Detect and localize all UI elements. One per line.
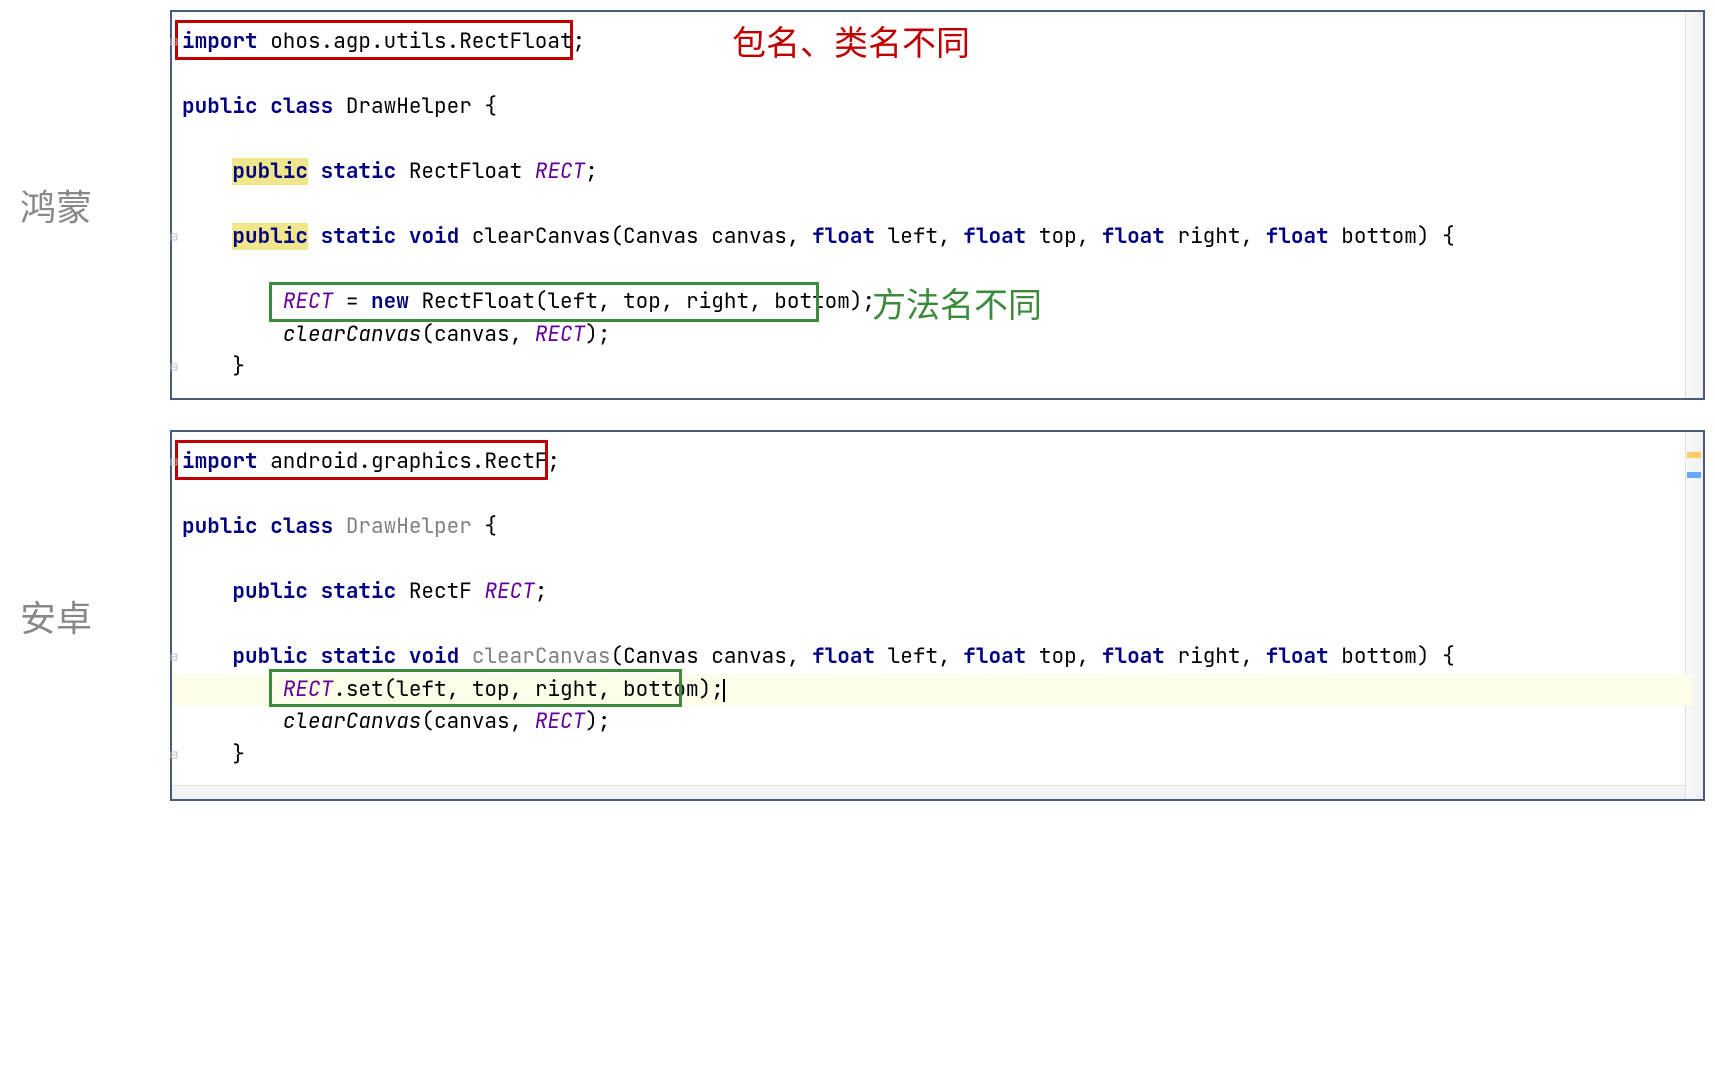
code-line: public static RectF RECT;	[172, 576, 1693, 609]
android-code-box: ⊟import android.graphics.RectF; public c…	[170, 430, 1705, 801]
android-label: 安卓	[10, 590, 150, 642]
code-line: public class DrawHelper {	[172, 91, 1693, 124]
harmony-code-box: 包名、类名不同 ⊟import ohos.agp.utils.RectFloat…	[170, 10, 1705, 400]
code-line: ⊟ public static void clearCanvas(Canvas …	[172, 641, 1693, 674]
code-line: ⊟import ohos.agp.utils.RectFloat;	[172, 26, 1693, 59]
code-line	[172, 124, 1693, 157]
code-line: ⊟ public static void clearCanvas(Canvas …	[172, 221, 1693, 254]
harmony-row: 鸿蒙 包名、类名不同 ⊟import ohos.agp.utils.RectFl…	[10, 10, 1705, 400]
code-line: ⊟ }	[172, 351, 1693, 384]
comparison-container: 鸿蒙 包名、类名不同 ⊟import ohos.agp.utils.RectFl…	[10, 10, 1705, 801]
code-line	[172, 609, 1693, 642]
annotation-method-diff: 方法名不同	[872, 280, 1042, 333]
code-line	[172, 544, 1693, 577]
code-line: ⊟import android.graphics.RectF;	[172, 446, 1693, 479]
code-line	[172, 479, 1693, 512]
code-line-highlighted: RECT.set(left, top, right, bottom);	[172, 674, 1693, 707]
code-line	[172, 189, 1693, 222]
harmony-label: 鸿蒙	[10, 179, 150, 231]
code-line: clearCanvas(canvas, RECT);	[172, 706, 1693, 739]
code-line: public static RectFloat RECT;	[172, 156, 1693, 189]
text-caret	[723, 679, 725, 702]
code-line	[172, 59, 1693, 92]
android-row: 安卓 ⊟import android.graphics.RectF; publi…	[10, 430, 1705, 801]
code-line: public class DrawHelper {	[172, 511, 1693, 544]
code-line: ⊟ }	[172, 739, 1693, 772]
